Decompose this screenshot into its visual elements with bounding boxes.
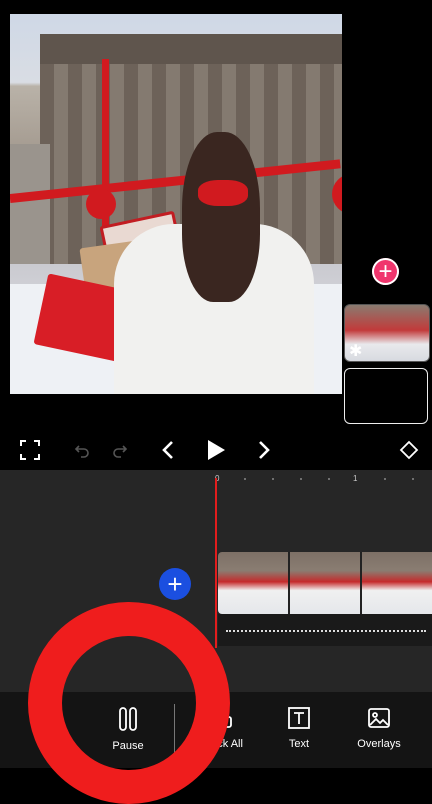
image-icon (368, 708, 390, 728)
ruler-tick (300, 478, 302, 480)
lock-icon (216, 708, 232, 728)
audio-waveform (226, 630, 426, 632)
undo-icon[interactable] (72, 438, 92, 462)
audio-track[interactable] (218, 614, 432, 646)
clip-frame (362, 552, 432, 614)
redo-icon[interactable] (110, 438, 130, 462)
ruler-tick (244, 478, 246, 480)
ruler-tick (328, 478, 330, 480)
tool-slide[interactable]: Slide (10, 706, 90, 750)
next-frame-icon[interactable] (254, 438, 274, 462)
video-track[interactable] (218, 552, 432, 614)
tool-label: Pause (112, 740, 144, 752)
play-icon[interactable] (204, 438, 228, 462)
tool-lock-all[interactable]: Lock All (184, 706, 264, 750)
tool-label: Lock All (205, 738, 243, 750)
ruler-tick (412, 478, 414, 480)
clip-thumbnail-empty[interactable] (344, 368, 428, 424)
bottom-toolbar: Slide Pause Lock All Text Overlays (0, 692, 432, 768)
playhead[interactable] (215, 478, 217, 648)
tool-text[interactable]: Text (259, 706, 339, 750)
toolbar-divider (174, 704, 175, 754)
ruler-tick (384, 478, 386, 480)
video-preview[interactable] (10, 14, 342, 394)
clip-thumbnail-selected[interactable]: ✱ (344, 304, 430, 362)
pause-icon (119, 707, 137, 731)
plus-icon: + (167, 569, 183, 599)
tool-label: Text (288, 738, 310, 750)
asterisk-icon: ✱ (349, 343, 363, 360)
keyframe-icon[interactable] (398, 438, 420, 462)
add-clip-button[interactable]: + (372, 258, 399, 285)
slide-icon (40, 708, 60, 728)
ruler-tick (272, 478, 274, 480)
add-media-button[interactable]: + (159, 568, 191, 600)
tool-label: Overlays (357, 738, 401, 750)
playback-controls (0, 430, 432, 470)
ruler-label: 1 (353, 474, 358, 483)
fullscreen-icon[interactable] (18, 438, 42, 462)
plus-icon: + (378, 257, 393, 285)
tool-label: Slide (37, 738, 63, 750)
previous-frame-icon[interactable] (158, 438, 178, 462)
tool-overlays[interactable]: Overlays (339, 706, 419, 750)
clip-frame (290, 552, 362, 614)
text-box-icon (288, 707, 310, 729)
clip-frame (218, 552, 290, 614)
tool-pause[interactable]: Pause (88, 706, 168, 752)
